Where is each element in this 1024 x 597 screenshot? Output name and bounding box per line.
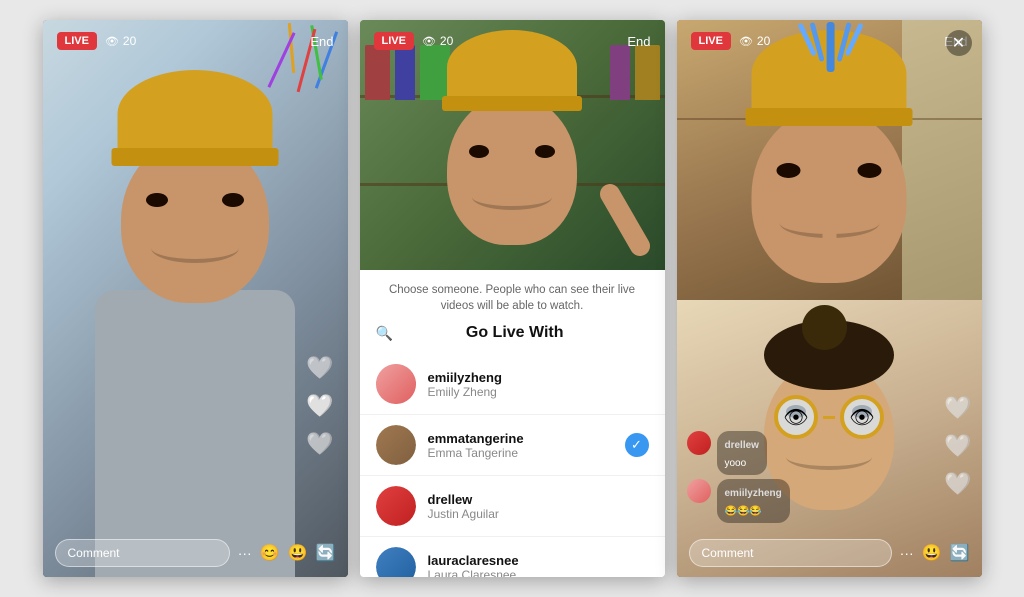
comment-username-emiilyzheng: emiilyzheng	[725, 488, 782, 499]
heart-icon-s3-3[interactable]: 🤍	[944, 471, 971, 497]
search-icon[interactable]: 🔍	[376, 325, 393, 342]
eye-icon-screen1: 👁	[105, 35, 119, 48]
comment-drellew: drellew yooo	[687, 431, 790, 475]
screen2: LIVE 👁 20 End Choose someone. People who…	[360, 20, 665, 577]
user-item-lauraclaresnee[interactable]: lauraclaresnee Laura Claresnee	[360, 537, 665, 577]
screen2-video-area: LIVE 👁 20 End	[360, 20, 665, 270]
comment-msg-emiilyzheng: 😂😂😂	[725, 506, 762, 517]
screens-container: LIVE 👁 20 End 🤍 🤍 🤍 Comment ··· 😊	[23, 0, 1002, 597]
screen3-bottom-video: 👁 👁 drellew yooo emiilyzheng	[677, 300, 982, 577]
username-lauraclaresnee: lauraclaresnee	[428, 553, 649, 568]
comment-input-screen1[interactable]: Comment	[55, 539, 230, 567]
refresh-icon-screen1[interactable]: 🔄	[316, 543, 336, 563]
end-button-screen2[interactable]: End	[627, 34, 650, 49]
username-drellew: drellew	[428, 492, 649, 507]
viewer-count-screen2: 👁 20	[422, 34, 453, 48]
screen1-background: LIVE 👁 20 End 🤍 🤍 🤍 Comment ··· 😊	[43, 20, 348, 577]
face-icon-screen3[interactable]: 😃	[922, 543, 942, 563]
avatar-drellew	[376, 486, 416, 526]
user-info-emmatangerine: emmatangerine Emma Tangerine	[428, 431, 625, 460]
realname-drellew: Justin Aguilar	[428, 507, 649, 521]
user-list: emiilyzheng Emiily Zheng emmatangerine E…	[360, 354, 665, 577]
live-badge-screen3: LIVE	[691, 32, 731, 50]
screen3: LIVE 👁 20 End ✕	[677, 20, 982, 577]
comment-text-emiilyzheng: emiilyzheng 😂😂😂	[717, 479, 790, 523]
viewer-count-screen3: 👁 20	[739, 34, 770, 48]
realname-emmatangerine: Emma Tangerine	[428, 446, 625, 460]
live-badge-screen2: LIVE	[374, 32, 414, 50]
screen3-top-video: LIVE 👁 20 End ✕	[677, 20, 982, 300]
user-item-drellew[interactable]: drellew Justin Aguilar	[360, 476, 665, 537]
realname-emiilyzheng: Emiily Zheng	[428, 385, 649, 399]
eye-icon-screen2: 👁	[422, 35, 436, 48]
comment-emiilyzheng: emiilyzheng 😂😂😂	[687, 479, 790, 523]
hearts-screen3: 🤍 🤍 🤍	[944, 395, 971, 497]
user-comments-screen3: drellew yooo emiilyzheng 😂😂😂	[687, 431, 790, 527]
realname-lauraclaresnee: Laura Claresnee	[428, 568, 649, 577]
face-icon-screen1[interactable]: 😃	[288, 543, 308, 563]
user-info-drellew: drellew Justin Aguilar	[428, 492, 649, 521]
eye-icon-screen3: 👁	[739, 35, 753, 48]
end-button-screen1[interactable]: End	[310, 34, 333, 49]
heart-icon-2[interactable]: 🤍	[306, 393, 333, 419]
user-item-emiilyzheng[interactable]: emiilyzheng Emiily Zheng	[360, 354, 665, 415]
top-bar-screen3: LIVE 👁 20 End	[677, 20, 982, 62]
user-info-emiilyzheng: emiilyzheng Emiily Zheng	[428, 370, 649, 399]
refresh-icon-screen3[interactable]: 🔄	[950, 543, 970, 563]
emoji-icon-screen1[interactable]: 😊	[260, 543, 280, 563]
comment-username-drellew: drellew	[725, 440, 759, 451]
close-button-screen3[interactable]: ✕	[946, 30, 972, 56]
selected-check-emmatangerine: ✓	[625, 433, 649, 457]
user-info-lauraclaresnee: lauraclaresnee Laura Claresnee	[428, 553, 649, 577]
comment-msg-drellew: yooo	[725, 458, 747, 469]
viewer-count-screen1: 👁 20	[105, 34, 136, 48]
go-live-dialog: Choose someone. People who can see their…	[360, 270, 665, 354]
comment-text-drellew: drellew yooo	[717, 431, 767, 475]
avatar-emiilyzheng	[376, 364, 416, 404]
screen1: LIVE 👁 20 End 🤍 🤍 🤍 Comment ··· 😊	[43, 20, 348, 577]
top-bar-screen1: LIVE 👁 20 End	[43, 20, 348, 62]
comment-avatar-drellew	[687, 431, 711, 455]
comment-avatar-emiilyzheng	[687, 479, 711, 503]
top-bar-screen2: LIVE 👁 20 End	[360, 20, 665, 62]
user-item-emmatangerine[interactable]: emmatangerine Emma Tangerine ✓	[360, 415, 665, 476]
choose-text: Choose someone. People who can see their…	[376, 282, 649, 314]
username-emiilyzheng: emiilyzheng	[428, 370, 649, 385]
live-badge-screen1: LIVE	[57, 32, 97, 50]
heart-icon-1[interactable]: 🤍	[306, 355, 333, 381]
more-options-screen3[interactable]: ···	[900, 545, 914, 561]
comment-input-screen3[interactable]: Comment	[689, 539, 892, 567]
username-emmatangerine: emmatangerine	[428, 431, 625, 446]
hearts-screen1: 🤍 🤍 🤍	[306, 355, 333, 457]
search-title-row: 🔍 Go Live With	[376, 324, 649, 342]
heart-icon-s3-2[interactable]: 🤍	[944, 433, 971, 459]
heart-icon-3[interactable]: 🤍	[306, 431, 333, 457]
avatar-lauraclaresnee	[376, 547, 416, 577]
more-options-screen1[interactable]: ···	[238, 545, 252, 561]
heart-icon-s3-1[interactable]: 🤍	[944, 395, 971, 421]
avatar-emmatangerine	[376, 425, 416, 465]
bottom-bar-screen3: Comment ··· 😃 🔄	[677, 529, 982, 577]
bottom-bar-screen1: Comment ··· 😊 😃 🔄	[43, 529, 348, 577]
go-live-title: Go Live With	[401, 324, 629, 342]
